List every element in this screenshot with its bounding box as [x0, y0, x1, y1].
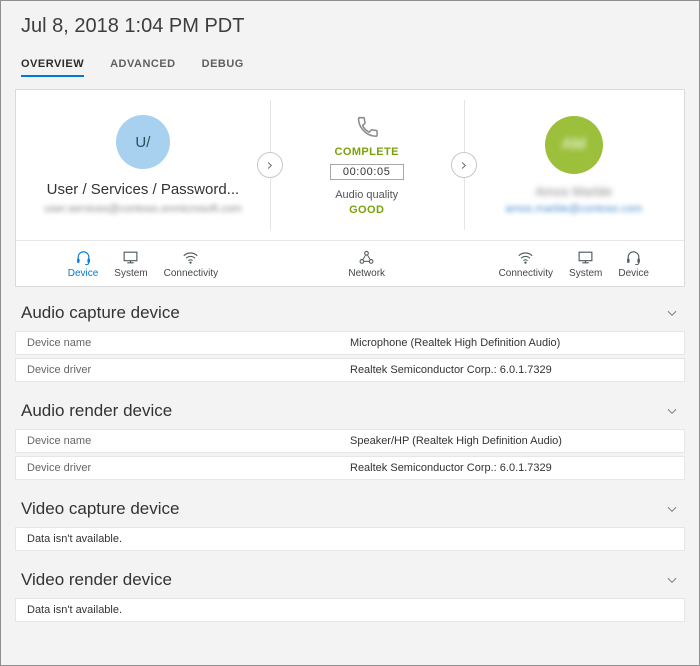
empty-message: Data isn't available. — [27, 533, 123, 545]
caller-footer-tabs: Device System Connectivity — [16, 249, 270, 279]
audio-quality-label: Audio quality — [335, 189, 399, 201]
footer-tab-label: Connectivity — [163, 267, 219, 279]
tab-advanced[interactable]: ADVANCED — [110, 58, 176, 77]
callee-panel: AM Amos Marble amos.marble@contoso.com — [464, 115, 684, 215]
network-icon — [358, 249, 375, 266]
callee-email-blurred: amos.marble@contoso.com — [505, 202, 643, 215]
wifi-icon — [182, 249, 199, 266]
footer-tab-label: System — [569, 267, 603, 279]
monitor-icon — [577, 249, 594, 266]
footer-tab-callee-system[interactable]: System — [569, 249, 602, 279]
section-video-capture-device: Video capture device Data isn't availabl… — [1, 483, 699, 551]
footer-tab-label: Device — [67, 267, 99, 279]
chevron-down-icon[interactable] — [665, 573, 679, 587]
call-duration: 00:00:05 — [329, 164, 404, 180]
headset-icon — [75, 249, 92, 266]
card-footer-tabs: Device System Connectivity Network Conne… — [16, 240, 684, 286]
call-detail-page: Jul 8, 2018 1:04 PM PDT OVERVIEW ADVANCE… — [0, 0, 700, 666]
tab-overview[interactable]: OVERVIEW — [21, 58, 85, 77]
caller-name: User / Services / Password... — [46, 181, 240, 198]
section-header: Video render device — [1, 554, 699, 598]
call-direction-badge — [256, 152, 283, 178]
table-row: Device name Microphone (Realtek High Def… — [15, 331, 685, 355]
footer-tab-callee-device[interactable]: Device — [618, 249, 649, 279]
row-label: Device driver — [27, 462, 92, 474]
tab-debug[interactable]: DEBUG — [202, 58, 244, 77]
footer-tab-caller-connectivity[interactable]: Connectivity — [164, 249, 218, 279]
section-video-render-device: Video render device Data isn't available… — [1, 554, 699, 622]
section-title: Video render device — [21, 570, 172, 589]
footer-tab-label: System — [114, 267, 148, 279]
section-header: Video capture device — [1, 483, 699, 527]
phone-icon — [354, 114, 380, 140]
section-audio-capture-device: Audio capture device Device name Microph… — [1, 287, 699, 382]
headset-icon — [625, 249, 642, 266]
table-row: Device driver Realtek Semiconductor Corp… — [15, 358, 685, 382]
chevron-right-icon — [458, 160, 469, 171]
section-rows: Device name Microphone (Realtek High Def… — [15, 331, 685, 382]
footer-tab-callee-connectivity[interactable]: Connectivity — [499, 249, 553, 279]
callee-initials-blurred: AM — [561, 135, 586, 153]
callee-name-blurred: Amos Marble — [535, 183, 613, 199]
table-row: Device driver Realtek Semiconductor Corp… — [15, 456, 685, 480]
call-status-panel: COMPLETE 00:00:05 Audio quality GOOD — [270, 114, 464, 216]
chevron-right-icon — [264, 160, 275, 171]
section-header: Audio render device — [1, 385, 699, 429]
wifi-icon — [517, 249, 534, 266]
row-value: Speaker/HP (Realtek High Definition Audi… — [350, 435, 562, 447]
tab-bar: OVERVIEW ADVANCED DEBUG — [1, 58, 699, 77]
caller-avatar: U/ — [115, 115, 170, 169]
call-summary-card: U/ User / Services / Password... user.se… — [15, 89, 685, 287]
caller-email-blurred: user.services@contoso.onmicrosoft.com — [44, 203, 242, 215]
middle-footer-tabs: Network — [270, 249, 464, 279]
section-title: Audio capture device — [21, 303, 180, 322]
chevron-down-icon[interactable] — [665, 502, 679, 516]
section-rows: Data isn't available. — [15, 598, 685, 622]
table-row: Data isn't available. — [15, 598, 685, 622]
monitor-icon — [122, 249, 139, 266]
call-state-label: COMPLETE — [334, 146, 399, 158]
footer-tab-label: Connectivity — [498, 267, 554, 279]
audio-quality-value: GOOD — [349, 204, 385, 216]
row-label: Device name — [27, 435, 92, 447]
table-row: Device name Speaker/HP (Realtek High Def… — [15, 429, 685, 453]
section-header: Audio capture device — [1, 287, 699, 331]
footer-tab-label: Device — [618, 267, 649, 279]
row-value: Microphone (Realtek High Definition Audi… — [350, 337, 561, 349]
section-title: Audio render device — [21, 401, 173, 420]
table-row: Data isn't available. — [15, 527, 685, 551]
footer-tab-network[interactable]: Network — [348, 249, 385, 279]
footer-tab-label: Network — [348, 267, 386, 279]
section-rows: Device name Speaker/HP (Realtek High Def… — [15, 429, 685, 480]
footer-tab-caller-device[interactable]: Device — [67, 249, 99, 279]
page-title: Jul 8, 2018 1:04 PM PDT — [21, 15, 245, 37]
call-direction-badge — [450, 152, 477, 178]
callee-avatar: AM — [544, 115, 603, 174]
row-value: Realtek Semiconductor Corp.: 6.0.1.7329 — [350, 462, 552, 474]
section-title: Video capture device — [21, 499, 180, 518]
caller-panel: U/ User / Services / Password... user.se… — [16, 115, 270, 215]
empty-message: Data isn't available. — [27, 604, 123, 616]
caller-initials: U/ — [135, 133, 151, 151]
section-audio-render-device: Audio render device Device name Speaker/… — [1, 385, 699, 480]
chevron-down-icon[interactable] — [665, 306, 679, 320]
row-value: Realtek Semiconductor Corp.: 6.0.1.7329 — [350, 364, 552, 376]
section-rows: Data isn't available. — [15, 527, 685, 551]
row-label: Device driver — [27, 364, 92, 376]
chevron-down-icon[interactable] — [665, 404, 679, 418]
footer-tab-caller-system[interactable]: System — [114, 249, 148, 279]
row-label: Device name — [27, 337, 92, 349]
callee-footer-tabs: Connectivity System Device — [464, 249, 684, 279]
call-participants: U/ User / Services / Password... user.se… — [16, 90, 684, 240]
